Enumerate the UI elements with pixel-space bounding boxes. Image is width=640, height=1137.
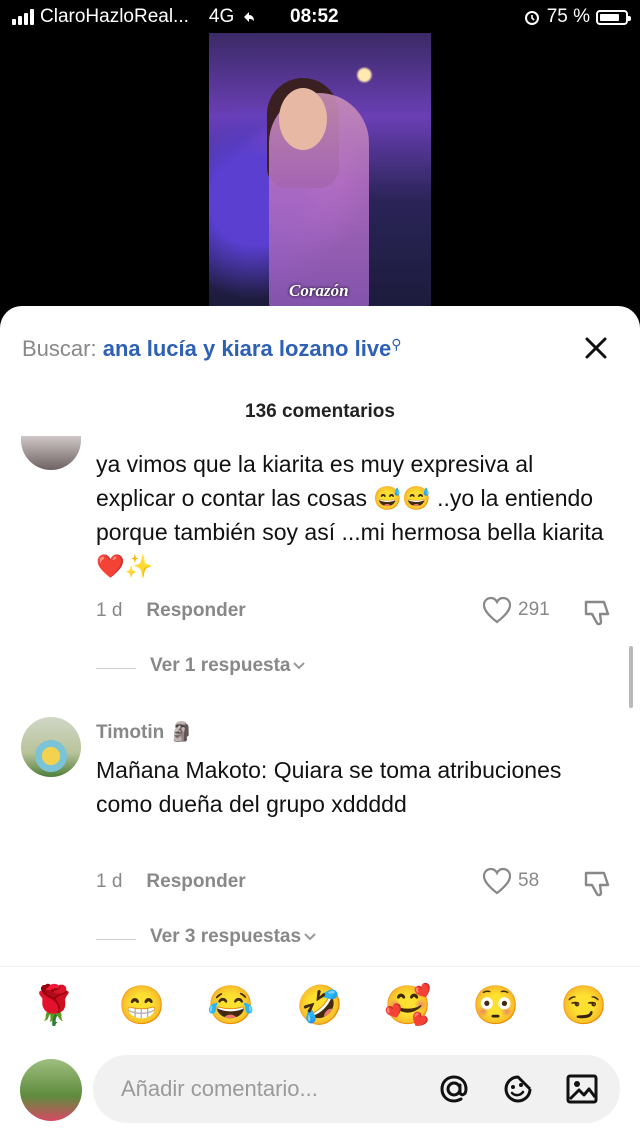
emoji-icon[interactable] <box>500 1071 536 1107</box>
video-person-face <box>279 88 327 150</box>
emoji-joy-button[interactable]: 😂 <box>205 984 257 1028</box>
divider <box>96 939 136 940</box>
comment-meta: 1 d Responder <box>96 871 246 893</box>
search-icon: ⚲ <box>391 336 402 352</box>
comment-text: ya vimos que la kiarita es muy expresiva… <box>96 451 604 579</box>
heart-icon <box>482 596 512 624</box>
chevron-down-icon <box>304 933 316 941</box>
network-label: 4G <box>208 6 235 27</box>
comments-count: 136 comentarios <box>245 401 395 422</box>
emoji-rofl-button[interactable]: 🤣 <box>294 984 346 1028</box>
emoji-hearts-button[interactable]: 🥰 <box>382 984 434 1028</box>
comment-text: Mañana Makoto: Quiara se toma atribucion… <box>96 757 562 817</box>
emoji-grin-button[interactable]: 😁 <box>116 984 168 1028</box>
comment-placeholder: Añadir comentario... <box>121 1076 318 1101</box>
comment-age: 1 d <box>96 871 123 892</box>
reply-button[interactable]: Responder <box>146 600 245 621</box>
close-icon[interactable] <box>580 332 612 364</box>
search-label: Buscar: <box>22 336 97 361</box>
dislike-icon[interactable] <box>582 596 614 628</box>
like-button[interactable]: 58 <box>482 867 539 895</box>
at-icon[interactable] <box>436 1071 472 1107</box>
emoji-flushed-button[interactable]: 😳 <box>470 984 522 1028</box>
emoji-smirk-button[interactable]: 😏 <box>558 984 610 1028</box>
search-query[interactable]: ana lucía y kiara lozano live <box>103 336 392 361</box>
battery-icon <box>596 9 631 25</box>
view-replies-button[interactable]: Ver 3 respuestas <box>96 926 317 948</box>
like-button[interactable]: 291 <box>482 596 550 624</box>
view-replies-button[interactable]: Ver 1 respuesta <box>96 655 306 677</box>
carrier-label: ClaroHazloReal... <box>40 6 189 27</box>
like-count: 58 <box>518 870 540 891</box>
emoji-bar: 🌹 😁 😂 🤣 🥰 😳 😏 Añadir comentario... <box>0 966 640 1137</box>
scrollbar[interactable] <box>629 646 633 708</box>
comments-sheet: Buscar: ana lucía y kiara lozano live⚲ 1… <box>0 306 640 1137</box>
comment-input[interactable]: Añadir comentario... <box>93 1055 620 1123</box>
comment-meta: 1 d Responder <box>96 600 246 622</box>
view-replies-label: Ver 3 respuestas <box>150 926 302 947</box>
emoji-rose-button[interactable]: 🌹 <box>28 984 80 1028</box>
view-replies-label: Ver 1 respuesta <box>150 655 291 676</box>
avatar[interactable] <box>21 717 81 777</box>
search-suggestion[interactable]: Buscar: ana lucía y kiara lozano live⚲ <box>22 336 402 362</box>
alarm-icon <box>524 11 539 25</box>
divider <box>96 668 136 669</box>
video-caption: Corazón <box>289 281 349 300</box>
video-preview[interactable]: Corazón <box>209 33 431 313</box>
avatar[interactable] <box>20 1059 82 1121</box>
clock: 08:52 <box>290 6 339 27</box>
status-bar: ClaroHazloReal... 4G 08:52 75 % <box>0 0 640 32</box>
dislike-icon[interactable] <box>582 867 614 899</box>
like-count: 291 <box>518 599 550 620</box>
signal-icon <box>12 9 34 25</box>
image-icon[interactable] <box>564 1071 600 1107</box>
wifi-icon <box>244 12 255 22</box>
comment-age: 1 d <box>96 600 123 621</box>
chevron-down-icon <box>293 662 306 670</box>
comment-username[interactable]: Timotin 🗿 <box>96 720 193 744</box>
reply-button[interactable]: Responder <box>146 871 245 892</box>
battery-percentage: 75 % <box>546 6 590 27</box>
avatar[interactable] <box>21 436 81 470</box>
heart-icon <box>482 867 512 895</box>
